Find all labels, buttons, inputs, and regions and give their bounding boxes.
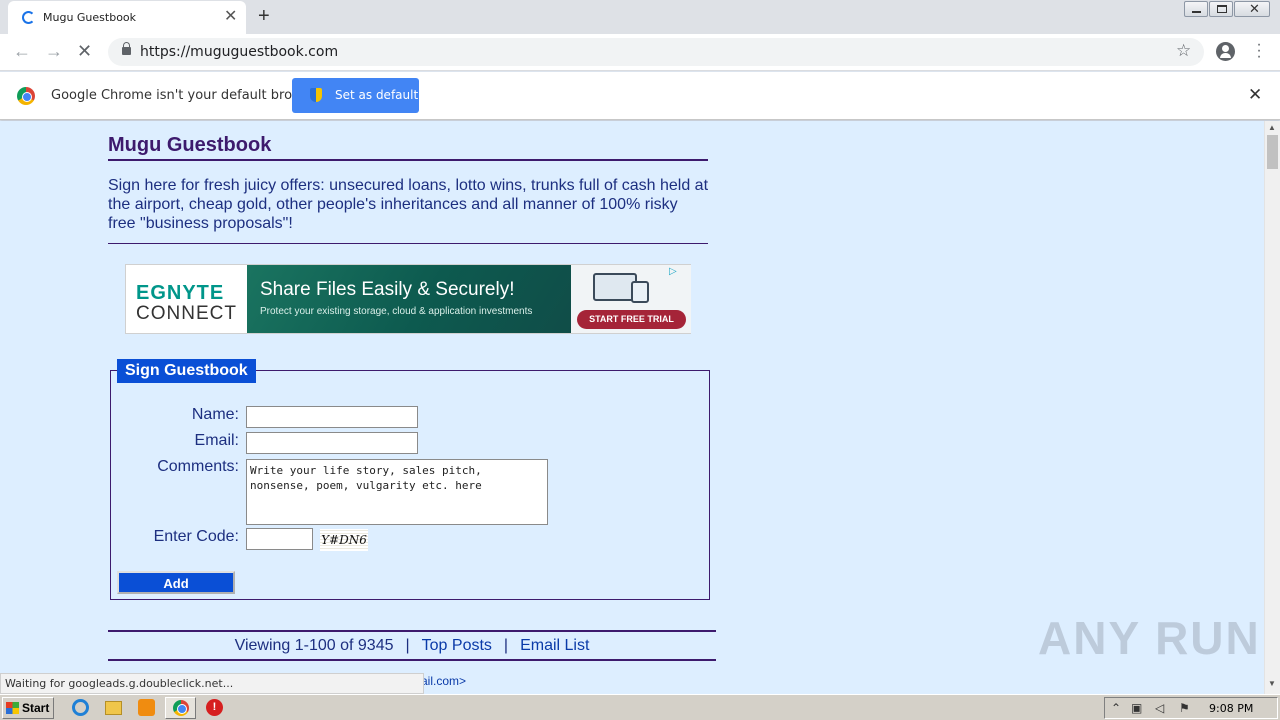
forward-arrow-icon[interactable]: →: [45, 42, 63, 60]
page-scrollbar[interactable]: ▲ ▼: [1264, 121, 1280, 694]
email-list-link[interactable]: Email List: [520, 637, 589, 654]
tab-close-icon[interactable]: ✕: [224, 9, 237, 25]
tab-title: Mugu Guestbook: [43, 11, 137, 24]
egnyte-banner-ad[interactable]: EGNYTE CONNECT Share Files Easily & Secu…: [125, 264, 691, 334]
stop-loading-icon[interactable]: ✕: [77, 42, 92, 60]
infobar-message: Google Chrome isn't your default browser: [51, 88, 323, 103]
start-free-trial-button[interactable]: START FREE TRIAL: [577, 310, 686, 329]
viewing-count: Viewing 1-100 of 9345: [234, 637, 394, 654]
top-posts-link[interactable]: Top Posts: [422, 637, 492, 654]
windows-taskbar: Start ! ⌃ ▣ ◁ ⚑ 9:08 PM: [0, 694, 1280, 720]
new-tab-button[interactable]: +: [258, 5, 270, 27]
uac-shield-icon: [310, 88, 322, 102]
ad-subline: Protect your existing storage, cloud & a…: [260, 306, 533, 317]
page-viewport: Mugu Guestbook Sign here for fresh juicy…: [0, 121, 1264, 694]
pager-separator: |: [405, 637, 410, 654]
bookmark-star-icon[interactable]: ☆: [1176, 41, 1191, 61]
menu-kebab-icon[interactable]: · · ·: [1255, 37, 1263, 65]
back-arrow-icon[interactable]: ←: [13, 42, 31, 60]
tray-expand-icon[interactable]: ⌃: [1111, 701, 1121, 715]
volume-icon[interactable]: ◁: [1155, 701, 1164, 715]
start-button[interactable]: Start: [2, 697, 54, 719]
network-icon[interactable]: ▣: [1131, 701, 1142, 715]
adchoices-icon[interactable]: ▷: [669, 266, 677, 277]
internet-explorer-icon[interactable]: [72, 699, 89, 716]
form-legend: Sign Guestbook: [117, 359, 256, 383]
taskbar-chrome-button[interactable]: [165, 697, 196, 719]
name-label: Name:: [191, 406, 239, 423]
comments-textarea[interactable]: Write your life story, sales pitch, nons…: [246, 459, 548, 525]
ad-headline: Share Files Easily & Securely!: [260, 279, 515, 300]
code-label: Enter Code:: [153, 528, 239, 545]
page-title: Mugu Guestbook: [108, 134, 708, 161]
pager: Viewing 1-100 of 9345 | Top Posts | Email Li…: [108, 630, 716, 661]
scroll-up-arrow-icon[interactable]: ▲: [1268, 123, 1276, 132]
add-button[interactable]: Add: [117, 571, 235, 594]
name-input[interactable]: [246, 406, 418, 428]
media-player-icon[interactable]: [138, 699, 155, 716]
profile-avatar-icon[interactable]: [1216, 42, 1235, 61]
pager-separator: |: [503, 637, 509, 654]
default-browser-infobar: Google Chrome isn't your default browser…: [0, 72, 1280, 120]
email-label: Email:: [194, 432, 239, 449]
set-as-default-label: Set as default: [335, 88, 419, 102]
antivirus-icon[interactable]: !: [206, 699, 223, 716]
intro-text: Sign here for fresh juicy offers: unsecu…: [108, 176, 708, 244]
tab-strip: Mugu Guestbook ✕ + ✕: [0, 0, 1280, 34]
ad-main-panel: Share Files Easily & Securely! Protect y…: [247, 265, 571, 333]
email-link-snippet[interactable]: ail.com>: [421, 674, 466, 688]
status-bubble: Waiting for googleads.g.doubleclick.net.…: [0, 673, 424, 694]
clock[interactable]: 9:08 PM: [1209, 702, 1253, 715]
maximize-button[interactable]: [1209, 1, 1233, 17]
sign-guestbook-form: Sign Guestbook Name: Email: Comments: Wr…: [110, 359, 710, 600]
set-as-default-button[interactable]: Set as default: [292, 78, 419, 113]
code-input[interactable]: [246, 528, 313, 550]
file-explorer-icon[interactable]: [105, 701, 122, 715]
ad-logo-bottom: CONNECT: [136, 303, 237, 324]
lock-icon[interactable]: [122, 42, 131, 55]
ad-logo: EGNYTE CONNECT: [126, 265, 247, 333]
infobar-close-icon[interactable]: ✕: [1248, 85, 1262, 105]
comments-label: Comments:: [157, 458, 239, 475]
ad-logo-top: EGNYTE: [136, 282, 225, 304]
ad-right-panel: ▷ START FREE TRIAL: [571, 265, 691, 333]
scroll-thumb[interactable]: [1267, 135, 1278, 169]
tablet-icon: [631, 281, 649, 303]
tab-mugu-guestbook[interactable]: Mugu Guestbook ✕: [8, 1, 246, 34]
minimize-button[interactable]: [1184, 1, 1208, 17]
url-text[interactable]: https://muguguestbook.com: [140, 44, 338, 60]
action-center-flag-icon[interactable]: ⚑: [1179, 701, 1190, 715]
start-label: Start: [22, 701, 50, 715]
scroll-down-arrow-icon[interactable]: ▼: [1268, 679, 1276, 688]
captcha-image: Y#DN6: [320, 529, 368, 551]
address-bar[interactable]: https://muguguestbook.com ☆: [108, 38, 1204, 66]
system-tray: ⌃ ▣ ◁ ⚑ 9:08 PM: [1104, 697, 1278, 719]
windows-logo-icon: [6, 702, 19, 714]
chrome-icon: [173, 700, 189, 716]
browser-toolbar: ← → ✕ https://muguguestbook.com ☆ · · ·: [0, 34, 1280, 71]
chrome-logo-icon: [17, 87, 35, 105]
loading-spinner-icon: [22, 11, 35, 24]
email-input[interactable]: [246, 432, 418, 454]
anyrun-watermark: ANY RUN: [1038, 612, 1261, 664]
window-close-button[interactable]: ✕: [1234, 1, 1270, 17]
